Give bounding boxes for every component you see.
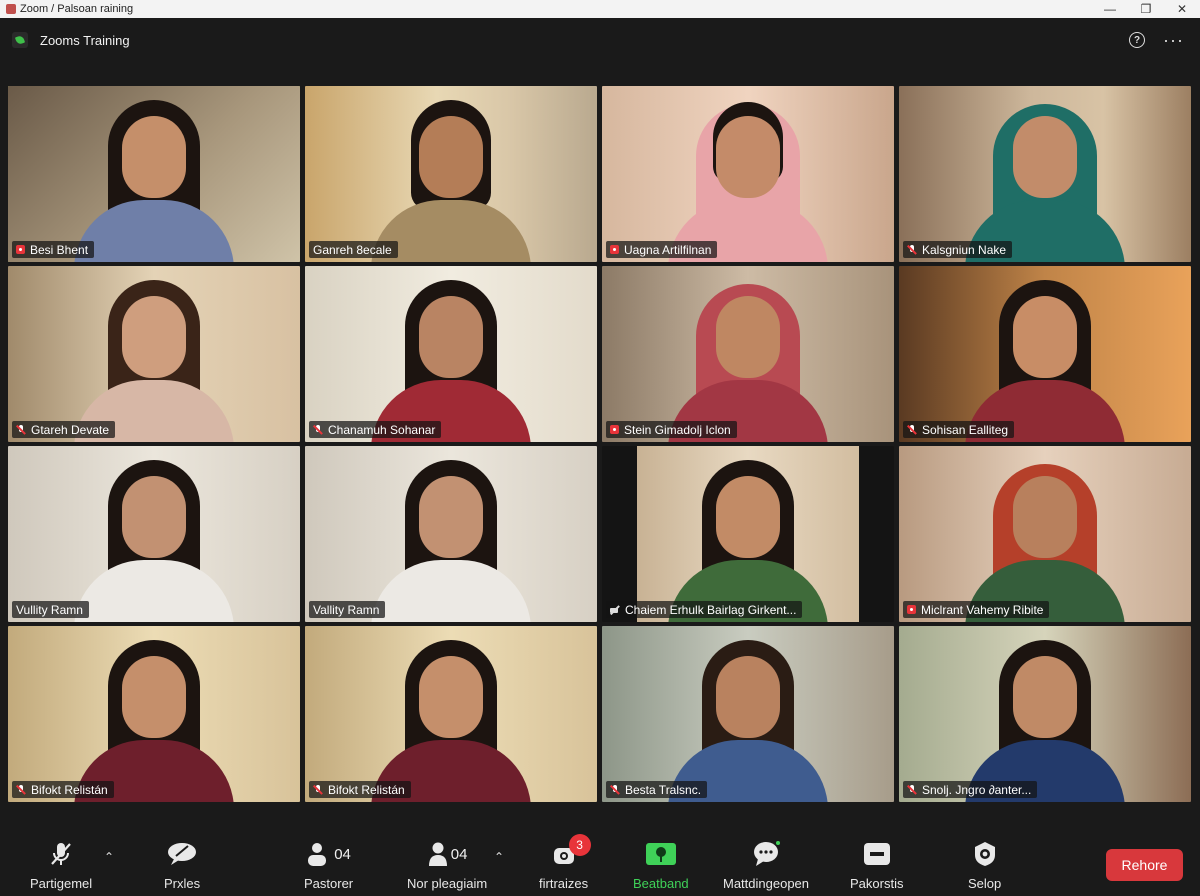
participant-tile[interactable]: Stein Gimadolj Iclon <box>602 266 894 442</box>
camera-off-icon <box>610 605 620 615</box>
person-icon <box>428 842 447 866</box>
window-controls: — ❐ ✕ <box>1092 2 1200 16</box>
end-meeting-button[interactable]: Rehore <box>1106 849 1183 881</box>
participant-name-tag: Bifokt Relistán <box>309 781 411 798</box>
mute-button[interactable]: Partigemel <box>30 840 92 894</box>
mic-muted-icon <box>907 784 917 795</box>
audio-options-chevron-up-icon[interactable]: ⌃ <box>104 850 114 864</box>
video-button[interactable]: Prxles <box>164 840 200 894</box>
participant-name-tag: Sohisan Ealliteg <box>903 421 1015 438</box>
participant-tile[interactable]: Bifokt Relistán <box>8 626 300 802</box>
participant-name-tag: Besta Tralsnc. <box>606 781 708 798</box>
participant-name-tag: Uagna Artilfilnan <box>606 241 718 258</box>
participant-name-tag: Kalsgniun Nake <box>903 241 1013 258</box>
gear-shield-icon <box>974 842 995 866</box>
mic-muted-icon <box>16 424 26 435</box>
close-icon[interactable]: ✕ <box>1164 2 1200 16</box>
participant-name-tag: Stein Gimadolj Iclon <box>606 421 737 438</box>
participant-tile[interactable]: Ganreh 8ecale <box>305 86 597 262</box>
mic-muted-icon <box>313 784 323 795</box>
participant-tile[interactable]: Snolj. Jngro ∂anter... <box>899 626 1191 802</box>
participants-button[interactable]: 04 Pastorer <box>304 840 353 894</box>
participants-count: 04 <box>334 845 351 863</box>
participant-tile[interactable]: Chanamuh Sohanar <box>305 266 597 442</box>
mic-muted-icon <box>907 424 917 435</box>
tree-app-icon <box>645 843 676 865</box>
participant-name-tag: Bifokt Relistán <box>12 781 114 798</box>
mic-muted-icon <box>16 784 26 795</box>
meeting-title: Zooms Training <box>40 32 130 48</box>
participant-tile[interactable]: Vallity Ramn <box>305 446 597 622</box>
record-icon <box>610 425 619 434</box>
participant-tile[interactable]: Sohisan Ealliteg <box>899 266 1191 442</box>
participant-tile[interactable]: Vullity Ramn <box>8 446 300 622</box>
record-icon <box>16 245 25 254</box>
participant-name-tag: Vullity Ramn <box>12 601 89 618</box>
notification-badge: 3 <box>568 834 591 856</box>
record-button[interactable]: Pakorstis <box>850 840 903 894</box>
participant-tile[interactable]: Chaiem Erhulk Bairlag Girkent... <box>602 446 894 622</box>
share-options-chevron-up-icon[interactable]: ⌃ <box>494 850 504 864</box>
mic-muted-icon <box>610 784 620 795</box>
zoom-app-icon <box>6 4 16 14</box>
record-icon <box>907 605 916 614</box>
apps-button[interactable]: Beatband <box>633 840 689 894</box>
mic-muted-icon <box>313 424 323 435</box>
participants-icon <box>308 843 327 866</box>
record-icon <box>863 843 890 865</box>
mic-muted-icon <box>51 843 71 865</box>
gallery-grid: Besi Bhent Ganreh 8ecale Uagna Artilfiln… <box>8 86 1192 804</box>
participant-name-tag: Ganreh 8ecale <box>309 241 398 258</box>
share-count: 04 <box>450 845 468 863</box>
meeting-header: Zooms Training ? ··· <box>0 18 1200 62</box>
participant-name-tag: Chanamuh Sohanar <box>309 421 442 438</box>
chat-icon <box>754 841 780 866</box>
chat-button[interactable]: Mattdingeopen <box>723 840 809 894</box>
meeting-toolbar: Partigemel ⌃ Prxles 04 Pastorer 04 Nor p… <box>0 820 1200 896</box>
help-icon[interactable]: ? <box>1129 32 1146 48</box>
participant-tile[interactable]: Bifokt Relistán <box>305 626 597 802</box>
security-shield-icon[interactable] <box>12 32 28 48</box>
more-options-icon[interactable]: ··· <box>1163 31 1184 49</box>
participant-name-tag: Chaiem Erhulk Bairlag Girkent... <box>606 601 803 618</box>
maximize-icon[interactable]: ❐ <box>1128 2 1164 16</box>
participant-tile[interactable]: Gtareh Devate <box>8 266 300 442</box>
participant-name-tag: Vallity Ramn <box>309 601 386 618</box>
share-button[interactable]: 04 Nor pleagiaim <box>407 840 487 894</box>
participant-name-tag: Besi Bhent <box>12 241 95 258</box>
participant-tile[interactable]: Uagna Artilfilnan <box>602 86 894 262</box>
mic-muted-icon <box>907 244 917 255</box>
participant-name-tag: Gtareh Devate <box>12 421 116 438</box>
window-title: Zoom / Palsoan raining <box>20 3 134 15</box>
participant-name-tag: Miclrant Vahemy Ribite <box>903 601 1050 618</box>
minimize-icon[interactable]: — <box>1092 2 1128 16</box>
settings-button[interactable]: Selop <box>968 840 1001 894</box>
participant-tile[interactable]: Besi Bhent <box>8 86 300 262</box>
participant-tile[interactable]: Kalsgniun Nake <box>899 86 1191 262</box>
participant-tile[interactable]: Besta Tralsnc. <box>602 626 894 802</box>
participant-name-tag: Snolj. Jngro ∂anter... <box>903 781 1038 798</box>
window-title-bar: Zoom / Palsoan raining — ❐ ✕ <box>0 0 1200 18</box>
participant-tile[interactable]: Miclrant Vahemy Ribite <box>899 446 1191 622</box>
record-icon <box>610 245 619 254</box>
chat-bubbles-icon <box>168 843 197 865</box>
reactions-button[interactable]: 3 firtraizes <box>539 834 591 894</box>
